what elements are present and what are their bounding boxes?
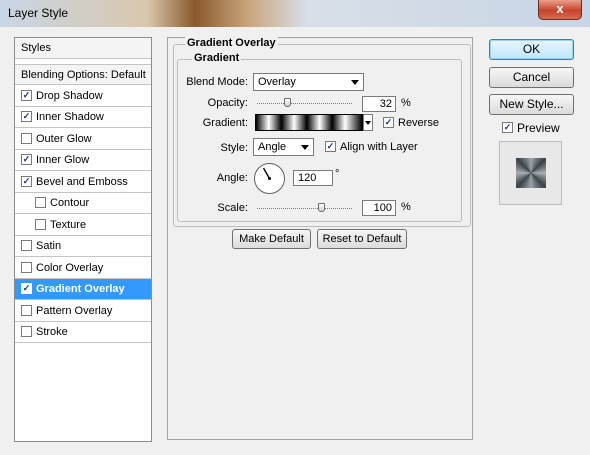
chevron-down-icon (365, 121, 371, 125)
checkbox[interactable]: ✓ (502, 122, 513, 134)
style-item-bevel-and-emboss[interactable]: ✓ Bevel and Emboss (15, 172, 151, 193)
style-label: Style: (220, 142, 248, 154)
style-item-label: Inner Shadow (36, 111, 104, 123)
styles-list: Styles Blending Options: Default ✓ Drop S… (14, 37, 152, 442)
preview-checkbox[interactable]: ✓ Preview (502, 121, 560, 135)
blend-mode-value: Overlay (258, 76, 296, 88)
checkbox[interactable] (35, 218, 46, 230)
style-item-label: Satin (36, 240, 62, 252)
checkbox[interactable] (21, 239, 32, 251)
cancel-button[interactable]: Cancel (489, 67, 574, 88)
checkbox[interactable] (21, 325, 32, 337)
style-item-stroke[interactable]: Stroke (15, 322, 151, 343)
opacity-input[interactable]: 32 (362, 96, 396, 112)
chevron-down-icon (301, 145, 309, 150)
checkbox[interactable]: ✓ (325, 140, 336, 152)
style-value: Angle (258, 141, 287, 153)
checkbox[interactable]: ✓ (383, 116, 394, 128)
reverse-label: Reverse (398, 117, 439, 129)
angle-needle-icon (262, 167, 271, 180)
angle-unit: ° (335, 168, 340, 180)
style-item-inner-glow[interactable]: ✓ Inner Glow (15, 150, 151, 171)
checkbox[interactable]: ✓ (21, 153, 32, 165)
style-item-label: Stroke (36, 326, 68, 338)
blend-mode-label: Blend Mode: (186, 76, 248, 88)
style-item-outer-glow[interactable]: Outer Glow (15, 129, 151, 150)
angle-label: Angle: (216, 172, 248, 184)
blending-options-item[interactable]: Blending Options: Default (15, 64, 151, 85)
checkbox[interactable] (21, 304, 32, 316)
style-item-label: Color Overlay (36, 262, 104, 274)
checkbox[interactable]: ✓ (21, 175, 32, 187)
preview-image (516, 158, 546, 188)
style-item-label: Drop Shadow (36, 90, 103, 102)
scale-slider[interactable] (257, 208, 352, 210)
checkbox[interactable] (21, 132, 32, 144)
style-item-label: Bevel and Emboss (36, 176, 128, 188)
style-item-label: Outer Glow (36, 133, 92, 145)
style-item-contour[interactable]: Contour (15, 193, 151, 214)
style-item-label: Gradient Overlay (36, 283, 125, 295)
preview-label: Preview (517, 121, 560, 135)
scale-slider-thumb[interactable] (317, 203, 325, 212)
ok-button[interactable]: OK (489, 39, 574, 60)
blend-mode-select[interactable]: Overlay (253, 73, 364, 91)
checkbox[interactable] (35, 196, 46, 208)
style-item-label: Pattern Overlay (36, 305, 113, 317)
close-icon: x (556, 1, 564, 16)
preview-thumbnail (499, 141, 562, 205)
style-item-satin[interactable]: Satin (15, 236, 151, 257)
style-item-texture[interactable]: Texture (15, 215, 151, 236)
reverse-checkbox[interactable]: ✓ Reverse (383, 116, 439, 129)
scale-label: Scale: (217, 202, 248, 214)
checkbox[interactable]: ✓ (21, 89, 32, 101)
window-title: Layer Style (8, 6, 69, 20)
reset-to-default-button[interactable]: Reset to Default (317, 229, 407, 249)
angle-input[interactable]: 120 (293, 170, 333, 186)
angle-dial[interactable] (254, 163, 285, 194)
opacity-label: Opacity: (207, 97, 248, 109)
scale-unit: % (401, 201, 411, 213)
checkbox[interactable] (21, 261, 32, 273)
close-button[interactable]: x (538, 0, 582, 20)
style-item-gradient-overlay[interactable]: ✓ Gradient Overlay (15, 279, 151, 300)
panel-title: Gradient Overlay (185, 37, 278, 49)
opacity-slider[interactable] (257, 103, 352, 105)
gradient-dropdown-button[interactable] (363, 114, 373, 131)
gradient-picker[interactable] (255, 114, 363, 131)
style-item-pattern-overlay[interactable]: Pattern Overlay (15, 301, 151, 322)
checkbox[interactable]: ✓ (21, 282, 32, 294)
scale-input[interactable]: 100 (362, 200, 396, 216)
styles-header[interactable]: Styles (15, 38, 151, 59)
new-style-button[interactable]: New Style... (489, 94, 574, 115)
style-item-color-overlay[interactable]: Color Overlay (15, 258, 151, 279)
style-item-drop-shadow[interactable]: ✓ Drop Shadow (15, 86, 151, 107)
title-bar[interactable]: Layer Style x (0, 0, 590, 27)
chevron-down-icon (351, 80, 359, 85)
style-item-label: Inner Glow (36, 154, 90, 166)
align-with-layer-checkbox[interactable]: ✓ Align with Layer (325, 140, 418, 153)
style-item-inner-shadow[interactable]: ✓ Inner Shadow (15, 107, 151, 128)
opacity-unit: % (401, 97, 411, 109)
make-default-button[interactable]: Make Default (232, 229, 311, 249)
style-select[interactable]: Angle (253, 138, 314, 156)
group-title: Gradient (192, 52, 242, 64)
align-with-layer-label: Align with Layer (340, 141, 418, 153)
gradient-label: Gradient: (202, 117, 248, 129)
opacity-slider-thumb[interactable] (284, 98, 292, 107)
style-item-label: Texture (50, 219, 87, 231)
checkbox[interactable]: ✓ (21, 110, 32, 122)
style-item-label: Contour (50, 197, 90, 209)
